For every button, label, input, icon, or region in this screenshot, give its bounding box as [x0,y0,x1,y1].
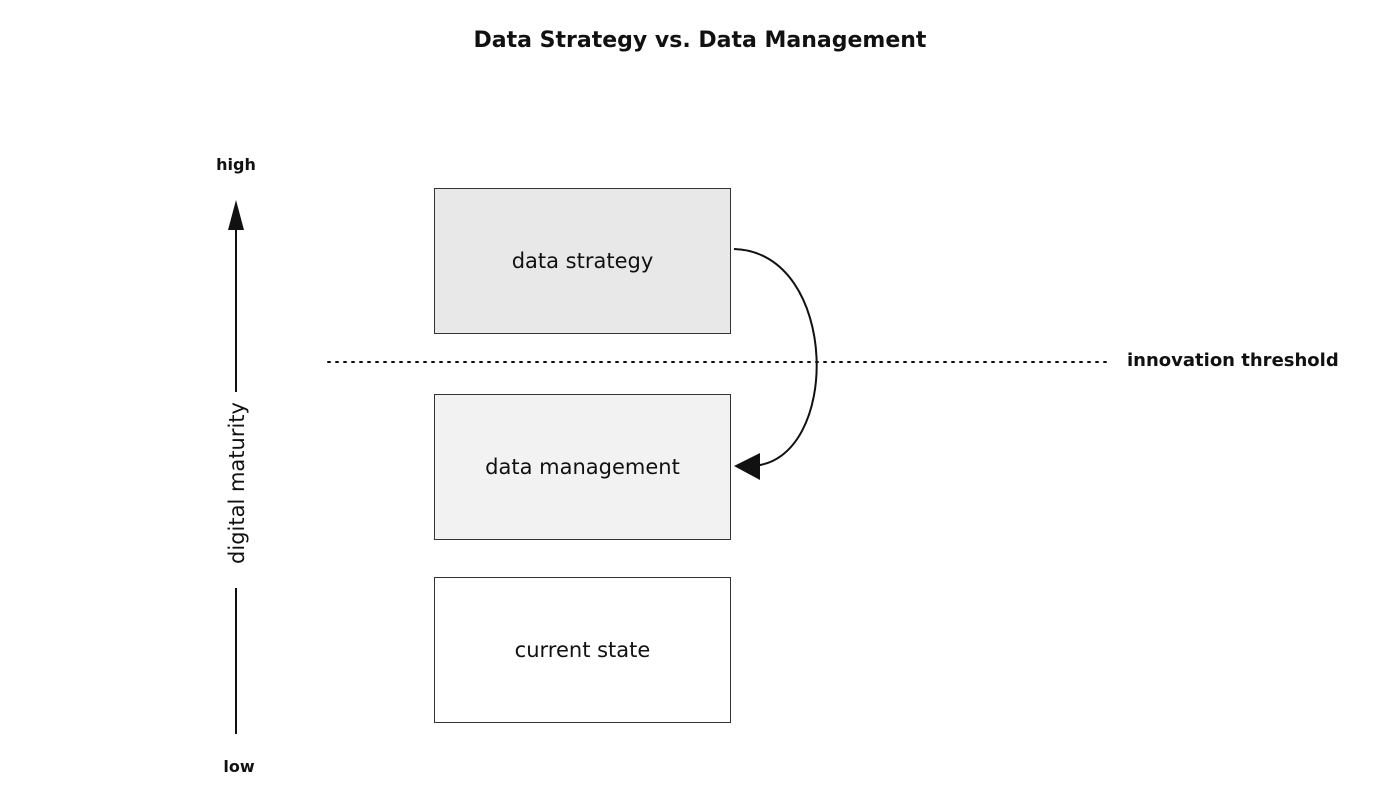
transition-arrowhead-icon [734,453,760,480]
data-management-label: data management [485,455,680,479]
data-strategy-label: data strategy [511,249,654,273]
axis-title: digital maturity [225,392,249,574]
data-management-box: data management [434,394,731,540]
current-state-box: current state [434,577,731,723]
current-state-label: current state [514,638,651,662]
transition-curve [733,248,818,467]
innovation-threshold-label: innovation threshold [1127,350,1339,371]
axis-low-label: low [223,757,255,776]
axis-high-label: high [216,155,256,174]
axis-arrowhead-icon [228,200,244,230]
data-strategy-box: data strategy [434,188,731,334]
